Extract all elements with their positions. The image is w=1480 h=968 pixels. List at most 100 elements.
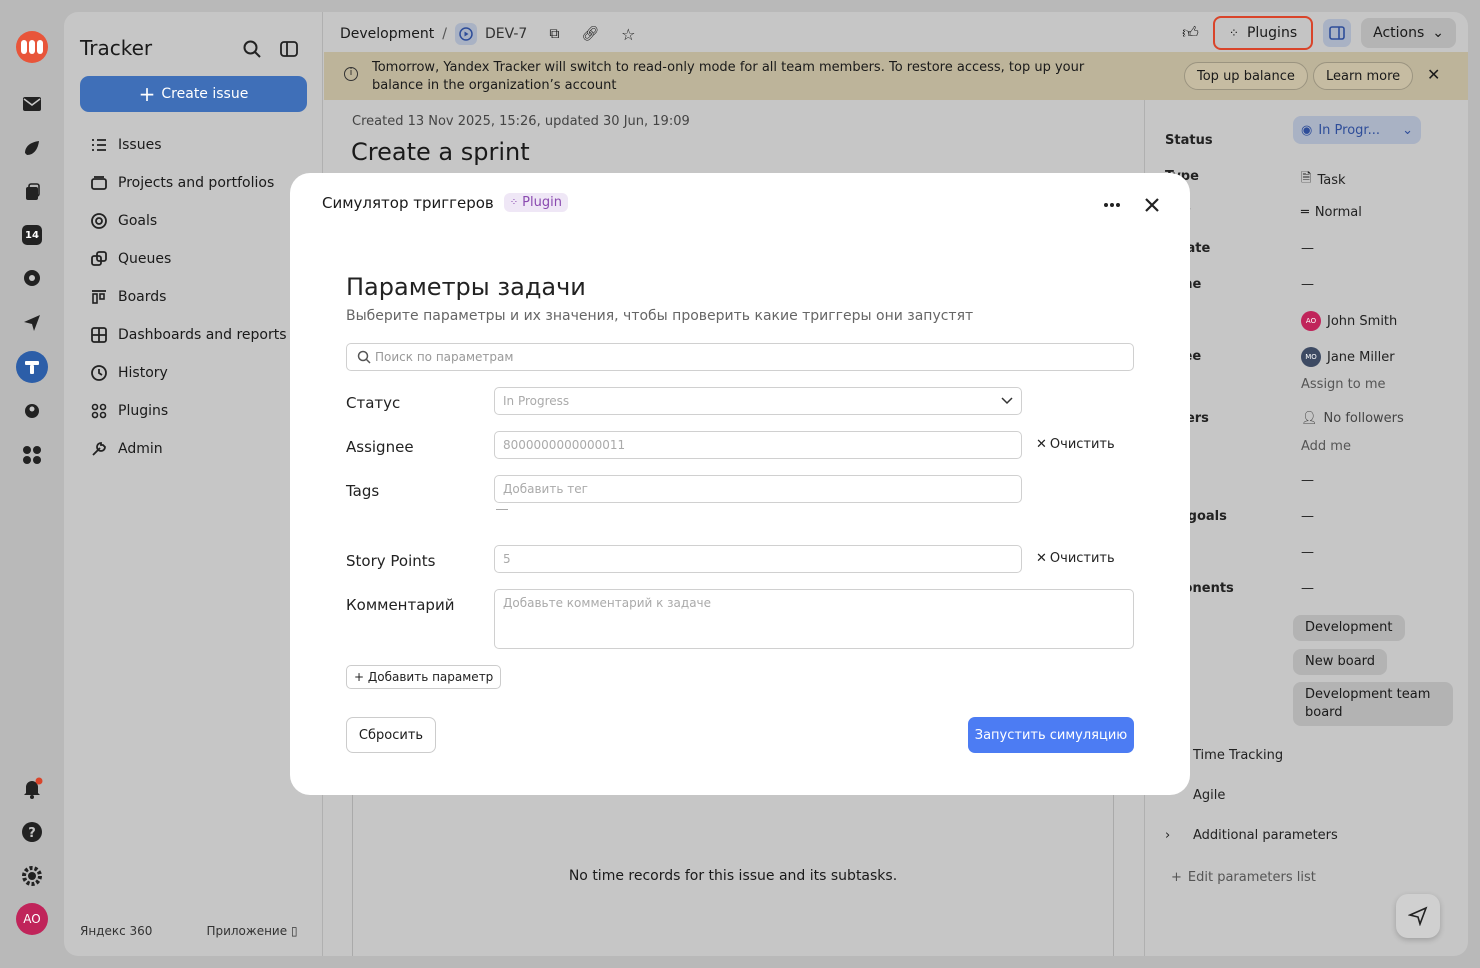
run-simulation-button[interactable]: Запустить симуляцию — [968, 717, 1134, 753]
calendar-icon[interactable]: 14 — [16, 219, 48, 251]
search-icon[interactable] — [242, 39, 262, 59]
issue-key[interactable]: DEV-7 — [485, 26, 527, 42]
sidebar-item-label: Issues — [118, 137, 162, 153]
collapse-sidebar-icon[interactable] — [279, 39, 299, 59]
param-goals-value[interactable]: — — [1301, 509, 1314, 524]
section-agile[interactable]: Agile — [1193, 788, 1225, 803]
send-icon[interactable] — [16, 307, 48, 339]
assign-to-me-link[interactable]: Assign to me — [1301, 377, 1386, 392]
mail-icon[interactable] — [16, 88, 48, 120]
actions-button[interactable]: Actions ⌄ — [1361, 18, 1456, 48]
person-icon: 👤︎ — [1301, 411, 1318, 426]
board-chip[interactable]: Development — [1293, 615, 1405, 641]
priority-normal-icon: ═ — [1301, 205, 1309, 220]
edit-params-link[interactable]: + Edit parameters list — [1171, 870, 1316, 885]
link-icon[interactable]: 🔗︎ — [581, 26, 599, 42]
param-assignee-value[interactable]: MO Jane Miller — [1301, 347, 1395, 367]
param-tags-value[interactable]: — — [1301, 545, 1314, 560]
param-priority-value[interactable]: ═ Normal — [1301, 205, 1362, 220]
tags-divider — [496, 509, 508, 510]
create-issue-label: Create issue — [161, 86, 249, 102]
tracker-icon[interactable] — [16, 351, 48, 383]
close-icon: ✕ — [1036, 437, 1047, 452]
breadcrumb: Development / DEV-7 ⧉ 🔗︎ ☆ — [340, 23, 635, 45]
story-points-input[interactable]: 5 — [494, 545, 1022, 573]
type-value: Task — [1317, 172, 1346, 188]
sidebar-item-goals[interactable]: Goals — [90, 202, 287, 240]
sidebar-item-label: Goals — [118, 213, 158, 229]
add-me-link[interactable]: Add me — [1301, 439, 1351, 454]
mobile-app-link[interactable]: Приложение ▯ — [206, 924, 297, 938]
status-select[interactable]: In Progress — [494, 387, 1022, 415]
param-status-label: Status — [1165, 133, 1213, 148]
side-panel-toggle[interactable] — [1323, 19, 1352, 47]
clear-story-points-button[interactable]: ✕ Очистить — [1036, 551, 1115, 566]
sidebar-item-boards[interactable]: Boards — [90, 278, 287, 316]
calendar-day: 14 — [22, 225, 42, 245]
section-time-tracking[interactable]: Time Tracking — [1193, 748, 1283, 763]
sidebar-item-admin[interactable]: Admin — [90, 430, 287, 468]
crumb-separator: / — [442, 26, 447, 42]
yandex360-logo[interactable] — [16, 31, 48, 63]
assignee-input[interactable]: 8000000000000011 — [494, 431, 1022, 459]
sidebar-item-issues[interactable]: Issues — [90, 126, 287, 164]
crumb-project[interactable]: Development — [340, 26, 434, 42]
sidebar-item-projects[interactable]: Projects and portfolios — [90, 164, 287, 202]
param-components-value[interactable]: — — [1301, 581, 1314, 596]
more-icon[interactable] — [1100, 193, 1124, 217]
info-icon: i — [344, 67, 358, 81]
section-additional[interactable]: › Additional parameters — [1165, 828, 1338, 843]
param-search-input[interactable]: Поиск по параметрам — [346, 343, 1134, 371]
param-type-value[interactable]: 🗎︎ Task — [1301, 169, 1346, 191]
plugins-icon: ⁘ — [509, 197, 519, 208]
reset-button[interactable]: Сбросить — [346, 717, 436, 753]
chat-icon[interactable] — [16, 263, 48, 295]
sidebar-item-queues[interactable]: Queues — [90, 240, 287, 278]
help-icon[interactable]: ? — [16, 816, 48, 848]
form-subheading: Выберите параметры и их значения, чтобы … — [346, 308, 974, 324]
user-avatar[interactable]: AO — [16, 903, 48, 935]
clear-assignee-button[interactable]: ✕ Очистить — [1036, 437, 1115, 452]
team-icon[interactable] — [16, 395, 48, 427]
apps-icon[interactable] — [16, 439, 48, 471]
bell-icon[interactable] — [16, 772, 48, 804]
param-start-value[interactable]: — — [1301, 241, 1314, 256]
feedback-button[interactable] — [1396, 894, 1440, 938]
close-banner-icon[interactable]: ✕ — [1427, 65, 1440, 84]
sidebar-item-label: History — [118, 365, 168, 381]
board-chip[interactable]: New board — [1293, 649, 1388, 675]
param-author-value[interactable]: AO John Smith — [1301, 311, 1397, 331]
sidebar-item-history[interactable]: History — [90, 354, 287, 392]
create-issue-button[interactable]: + Create issue — [80, 76, 307, 112]
thumbs-up-icon[interactable]: 👍︎ — [1182, 23, 1199, 43]
warning-banner: i Tomorrow, Yandex Tracker will switch t… — [324, 52, 1468, 100]
plugins-icon: ⁘ — [1228, 26, 1239, 40]
issue-title[interactable]: Create a sprint — [351, 138, 530, 166]
plugins-button[interactable]: ⁘ Plugins — [1212, 16, 1314, 50]
board-chip[interactable]: Development team board — [1293, 682, 1453, 726]
portfolio-icon — [91, 176, 107, 190]
top-up-button[interactable]: Top up balance — [1184, 62, 1308, 90]
app-title: Tracker — [80, 36, 153, 60]
messenger-icon[interactable] — [16, 132, 48, 164]
close-icon[interactable] — [1140, 193, 1164, 217]
param-project-value[interactable]: — — [1301, 473, 1314, 488]
sidebar-item-label: Boards — [118, 289, 167, 305]
param-deadline-value[interactable]: — — [1301, 277, 1314, 292]
status-dropdown[interactable]: ◉ In Progr... ⌄ — [1293, 116, 1421, 144]
actions-label: Actions — [1373, 25, 1425, 41]
add-parameter-button[interactable]: + Добавить параметр — [346, 665, 502, 689]
yandex360-brand[interactable]: Яндекс 360 — [80, 924, 152, 938]
star-icon[interactable]: ☆ — [621, 25, 635, 44]
status-select-value: In Progress — [503, 394, 570, 408]
sidebar-item-plugins[interactable]: Plugins — [90, 392, 287, 430]
learn-more-button[interactable]: Learn more — [1313, 62, 1414, 90]
comment-textarea[interactable]: Добавьте комментарий к задаче — [494, 589, 1134, 649]
settings-icon[interactable] — [16, 860, 48, 892]
plugins-label: Plugins — [1246, 25, 1298, 41]
copy-icon[interactable]: ⧉ — [549, 26, 559, 42]
plus-icon: + — [138, 82, 156, 106]
disk-icon[interactable] — [16, 176, 48, 208]
tags-input[interactable]: Добавить тег — [494, 475, 1022, 503]
sidebar-item-dashboards[interactable]: Dashboards and reports — [90, 316, 287, 354]
